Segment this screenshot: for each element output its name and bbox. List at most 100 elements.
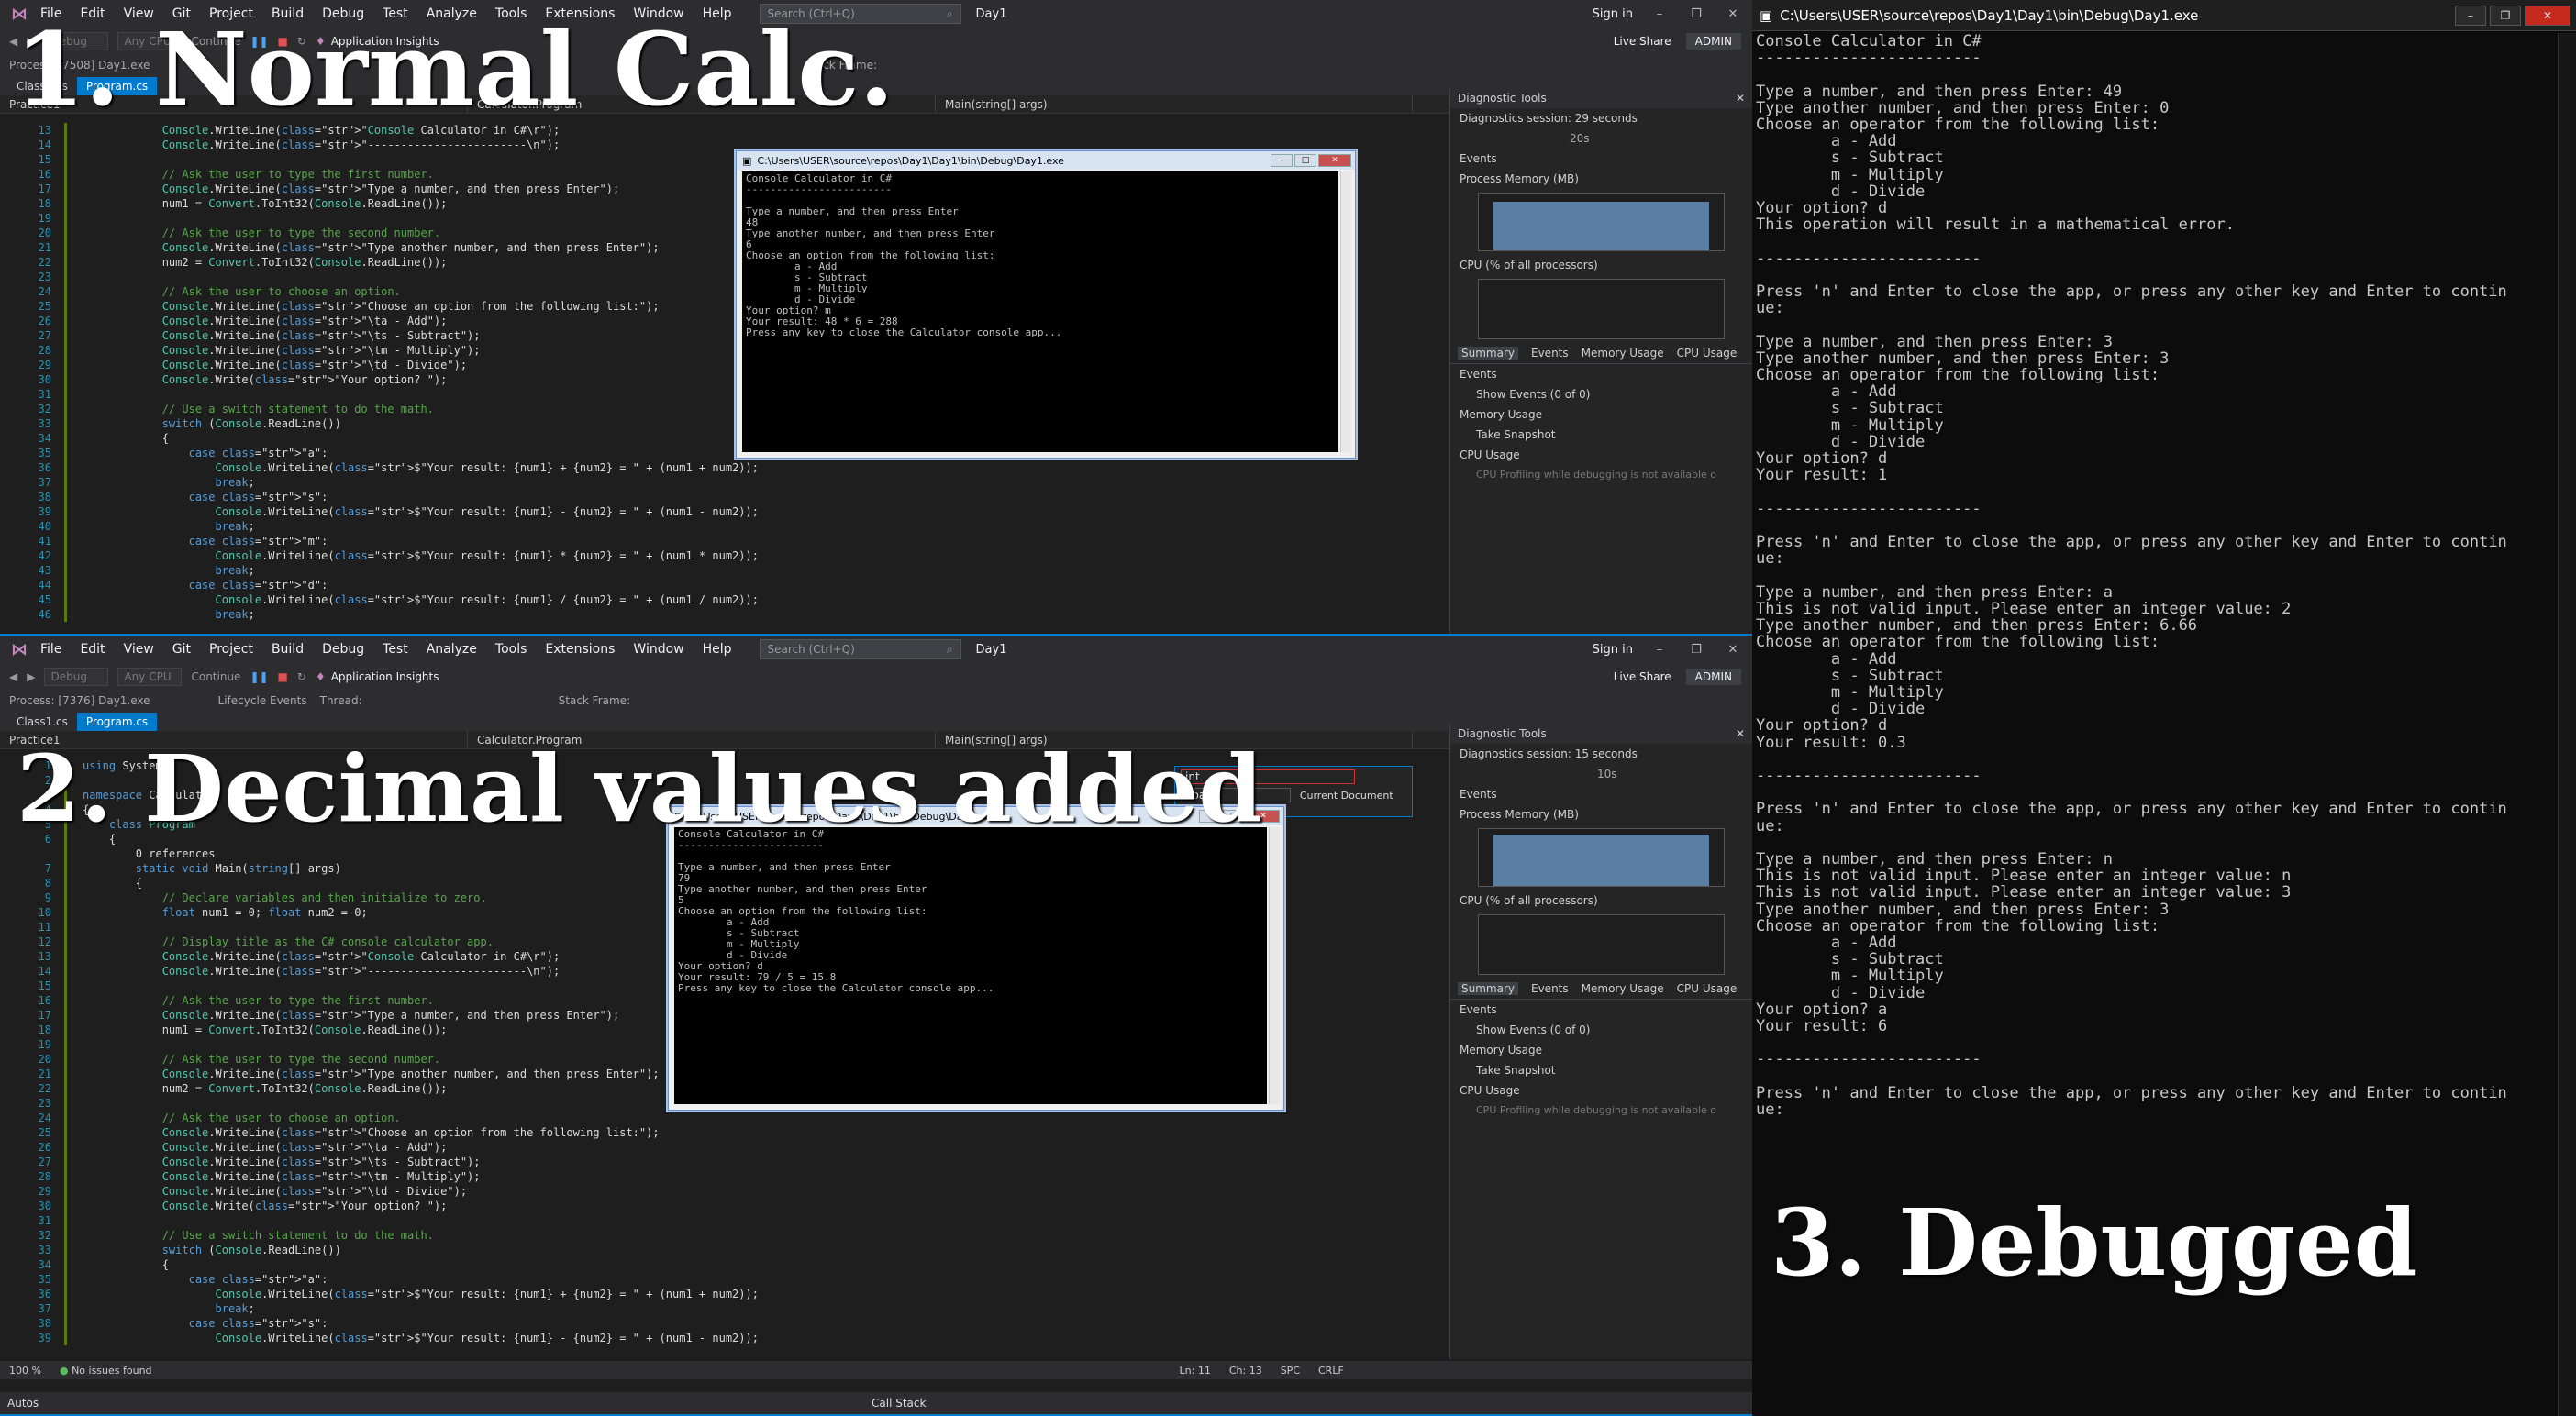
code-line[interactable]: 33 switch (Console.ReadLine()) <box>0 1243 1427 1257</box>
code-line[interactable]: 41 case class="str">"m": <box>0 534 1427 548</box>
scope-select[interactable]: Current Document <box>1300 790 1393 802</box>
restart-icon[interactable]: ↻ <box>297 670 306 683</box>
diag-timeline[interactable]: 20s <box>1450 128 1752 149</box>
code-line[interactable]: 46 break; <box>0 607 1427 622</box>
sign-in-link[interactable]: Sign in <box>1593 643 1633 657</box>
diag-tab-summary[interactable]: Summary <box>1458 347 1518 360</box>
nav-method[interactable]: Main(string[] args) <box>936 95 1413 113</box>
close-icon[interactable]: ✕ <box>1723 643 1743 657</box>
callstack-panel-title[interactable]: Call Stack <box>862 1397 926 1410</box>
menu-git[interactable]: Git <box>163 642 200 657</box>
issues-indicator[interactable]: ● No issues found <box>60 1365 152 1377</box>
code-line[interactable]: 40 break; <box>0 519 1427 534</box>
code-line[interactable]: 34 { <box>0 1257 1427 1272</box>
code-line[interactable]: 38 case class="str">"s": <box>0 490 1427 504</box>
console-close-icon[interactable]: ✕ <box>2525 5 2570 26</box>
code-text: Console.WriteLine(class="str">"\ta - Add… <box>161 315 448 327</box>
console-scrollbar[interactable] <box>2558 33 2576 1416</box>
console-minimize-icon[interactable]: – <box>2455 5 2486 26</box>
autos-panel-title[interactable]: Autos <box>0 1397 862 1410</box>
minimize-icon[interactable]: – <box>1649 643 1670 657</box>
menu-help[interactable]: Help <box>694 642 741 657</box>
code-line[interactable]: 29 Console.WriteLine(class="str">"\td - … <box>0 1184 1427 1199</box>
take-snapshot-button[interactable]: Take Snapshot <box>1450 425 1752 445</box>
menu-window[interactable]: Window <box>624 642 693 657</box>
code-line[interactable]: 28 Console.WriteLine(class="str">"\tm - … <box>0 1169 1427 1184</box>
code-line[interactable]: 43 break; <box>0 563 1427 578</box>
console-close-icon[interactable]: ✕ <box>1318 154 1351 167</box>
menu-file[interactable]: File <box>31 642 71 657</box>
code-line[interactable]: 25 Console.WriteLine(class="str">"Choose… <box>0 1125 1427 1140</box>
menu-build[interactable]: Build <box>262 642 313 657</box>
code-line[interactable]: 39 Console.WriteLine(class="str">$"Your … <box>0 504 1427 519</box>
back-icon[interactable]: ◀ <box>9 670 17 683</box>
console-scrollbar[interactable] <box>1340 171 1351 452</box>
restore-icon[interactable]: ❐ <box>1686 643 1706 657</box>
minimize-icon[interactable]: – <box>1649 7 1670 21</box>
code-line[interactable]: 39 Console.WriteLine(class="str">$"Your … <box>0 1331 1427 1345</box>
console-maximize-icon[interactable]: ❐ <box>2490 5 2521 26</box>
code-line[interactable]: 26 Console.WriteLine(class="str">"\ta - … <box>0 1140 1427 1155</box>
code-line[interactable]: 35 case class="str">"a": <box>0 1272 1427 1287</box>
code-line[interactable]: 42 Console.WriteLine(class="str">$"Your … <box>0 548 1427 563</box>
take-snapshot-button[interactable]: Take Snapshot <box>1450 1060 1752 1080</box>
debugged-console-window[interactable]: ▣ C:\Users\USER\source\repos\Day1\Day1\b… <box>1752 0 2576 1416</box>
menu-view[interactable]: View <box>115 642 163 657</box>
code-line[interactable]: 27 Console.WriteLine(class="str">"\ts - … <box>0 1155 1427 1169</box>
code-line[interactable]: 37 break; <box>0 1301 1427 1316</box>
code-line[interactable]: 31 <box>0 1213 1427 1228</box>
close-icon[interactable]: ✕ <box>1723 7 1743 21</box>
show-events-link[interactable]: Show Events (0 of 0) <box>1450 384 1752 404</box>
diag-tab-events[interactable]: Events <box>1531 982 1569 995</box>
console-minimize-icon[interactable]: – <box>1271 154 1293 167</box>
code-line[interactable]: 38 case class="str">"s": <box>0 1316 1427 1331</box>
diag-tab-memory[interactable]: Memory Usage <box>1582 982 1664 995</box>
live-share-button[interactable]: Live Share <box>1614 35 1671 48</box>
lifecycle-events[interactable]: Lifecycle Events <box>218 694 307 707</box>
pin-icon[interactable]: ✕ <box>1736 727 1745 740</box>
code-line[interactable]: 32 // Use a switch statement to do the m… <box>0 1228 1427 1243</box>
application-insights-button[interactable]: ♦ Application Insights <box>316 670 439 683</box>
diag-tab-cpu[interactable]: CPU Usage <box>1677 982 1738 995</box>
code-line[interactable]: 45 Console.WriteLine(class="str">$"Your … <box>0 592 1427 607</box>
menu-analyze[interactable]: Analyze <box>417 642 486 657</box>
pause-icon[interactable]: ❚❚ <box>250 670 268 683</box>
forward-icon[interactable]: ▶ <box>27 670 35 683</box>
menu-extensions[interactable]: Extensions <box>536 642 624 657</box>
menu-edit[interactable]: Edit <box>71 642 114 657</box>
menu-tools[interactable]: Tools <box>486 642 537 657</box>
console-window-1[interactable]: ▣ C:\Users\USER\source\repos\Day1\Day1\b… <box>736 150 1356 459</box>
diag-tab-summary[interactable]: Summary <box>1458 982 1518 995</box>
tab-program[interactable]: Program.cs <box>76 713 158 731</box>
sign-in-link[interactable]: Sign in <box>1593 7 1633 21</box>
platform-select[interactable]: Any CPU <box>117 668 183 686</box>
restore-icon[interactable]: ❐ <box>1686 7 1706 21</box>
show-events-link[interactable]: Show Events (0 of 0) <box>1450 1020 1752 1040</box>
code-text: Console.WriteLine(class="str">$"Your res… <box>215 1332 759 1344</box>
code-line[interactable]: 24 // Ask the user to choose an option. <box>0 1111 1427 1125</box>
code-line[interactable]: 44 case class="str">"d": <box>0 578 1427 592</box>
code-line[interactable]: 36 Console.WriteLine(class="str">$"Your … <box>0 460 1427 475</box>
console-window-2[interactable]: ▣ C:\Users\USER\source\repos\Day1\Day1\b… <box>668 806 1284 1111</box>
process-select[interactable]: Process: [7376] Day1.exe <box>9 694 150 707</box>
code-line[interactable]: 30 Console.Write(class="str">"Your optio… <box>0 1199 1427 1213</box>
tab-class1[interactable]: Class1.cs <box>7 713 77 731</box>
diag-tab-cpu[interactable]: CPU Usage <box>1677 347 1738 360</box>
console-scrollbar[interactable] <box>1269 827 1280 1104</box>
menu-debug[interactable]: Debug <box>313 642 373 657</box>
diag-timeline[interactable]: 10s <box>1450 764 1752 784</box>
code-line[interactable]: 36 Console.WriteLine(class="str">$"Your … <box>0 1287 1427 1301</box>
config-select[interactable]: Debug <box>44 668 109 686</box>
diag-tab-memory[interactable]: Memory Usage <box>1582 347 1664 360</box>
menu-project[interactable]: Project <box>200 642 262 657</box>
continue-button[interactable]: Continue <box>191 670 240 683</box>
console-maximize-icon[interactable]: □ <box>1294 154 1316 167</box>
diag-tab-events[interactable]: Events <box>1531 347 1569 360</box>
search-input[interactable]: Search (Ctrl+Q) ⌕ <box>759 639 961 659</box>
menu-test[interactable]: Test <box>373 642 417 657</box>
pin-icon[interactable]: ✕ <box>1736 92 1745 105</box>
code-line[interactable]: 37 break; <box>0 475 1427 490</box>
zoom-level[interactable]: 100 % <box>9 1365 41 1377</box>
live-share-button[interactable]: Live Share <box>1614 670 1671 683</box>
stop-icon[interactable]: ■ <box>278 670 288 683</box>
